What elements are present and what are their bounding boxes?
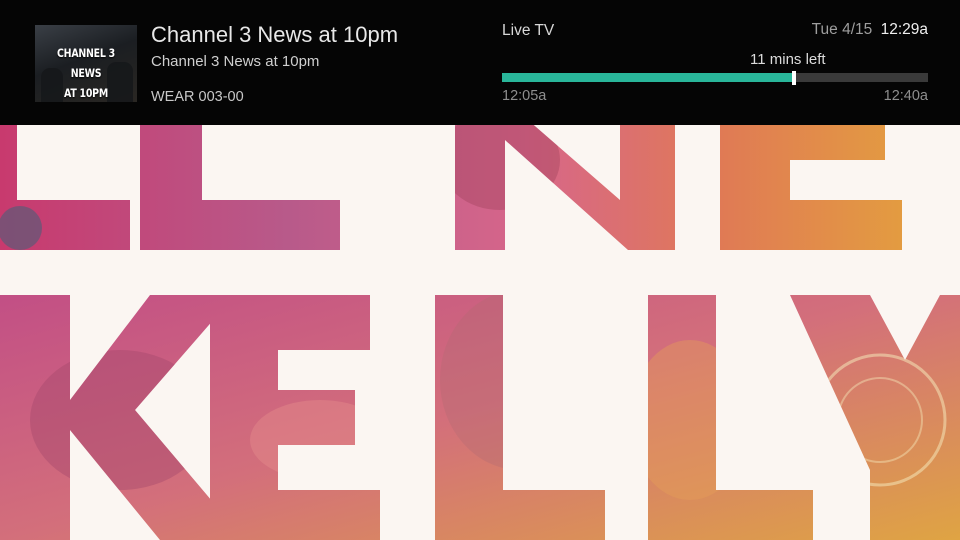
end-time: 12:40a [883, 88, 928, 104]
program-title: Channel 3 News at 10pm [151, 22, 399, 47]
current-time: 12:29a [880, 21, 928, 38]
thumbnail-caption: CHANNEL 3 NEWS AT 10PM [44, 43, 128, 102]
start-time: 12:05a [502, 88, 547, 104]
time-remaining: 11 mins left [750, 51, 826, 68]
program-thumbnail: CHANNEL 3 NEWS AT 10PM [35, 25, 137, 102]
progress-fill [502, 73, 794, 82]
program-info-overlay: CHANNEL 3 NEWS AT 10PM Channel 3 News at… [0, 0, 960, 125]
progress-playhead[interactable] [792, 71, 796, 85]
thumbnail-caption-line1: CHANNEL 3 NEWS [57, 46, 115, 80]
channel-number: WEAR 003-00 [151, 89, 244, 105]
thumbnail-caption-line2: AT 10PM [64, 86, 108, 100]
program-progress-bar[interactable] [502, 71, 928, 85]
current-date: Tue 4/15 [811, 21, 873, 38]
live-tv-label: Live TV [502, 22, 555, 39]
episode-title: Channel 3 News at 10pm [151, 53, 320, 70]
clock: Tue 4/15 12:29a [812, 21, 928, 39]
